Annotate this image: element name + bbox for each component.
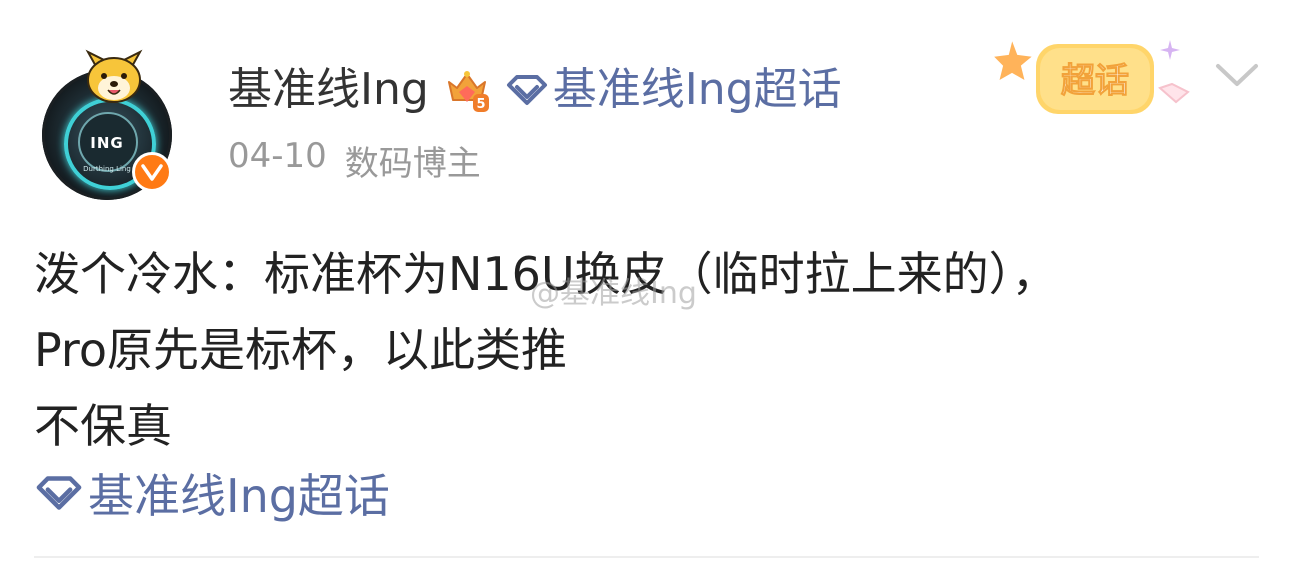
chevron-down-icon[interactable]	[1212, 60, 1262, 90]
topic-tag-label: 基准线Ing超话	[88, 469, 390, 523]
divider	[34, 556, 1259, 558]
super-topic-link[interactable]: 基准线Ing超话	[505, 68, 842, 112]
chaohua-sticker-text: 超话	[1061, 61, 1129, 101]
watermark: @基准线Ing	[530, 276, 697, 311]
post-date: 04-10	[228, 136, 327, 176]
diamond-icon	[36, 476, 82, 510]
post-line: 不保真	[34, 399, 172, 453]
topic-tag-link[interactable]: 基准线Ing超话	[34, 460, 390, 526]
avatar[interactable]: ING Durthing Ling	[42, 44, 182, 200]
chaohua-sticker[interactable]: 超话	[992, 32, 1194, 126]
crown-level: 5	[476, 97, 485, 112]
crown-icon[interactable]: 5	[443, 66, 491, 114]
diamond-icon	[506, 75, 547, 105]
username[interactable]: 基准线Ing	[228, 68, 429, 112]
dog-mascot-icon	[85, 49, 143, 103]
author-role: 数码博主	[344, 144, 481, 184]
post-line: Pro原先是标杯，以此类推	[34, 323, 567, 377]
avatar-text: ING	[90, 134, 124, 152]
verified-v-icon	[132, 152, 172, 192]
name-row: 基准线Ing 5 基准线Ing超话	[228, 58, 842, 122]
post-meta: 04-10 数码博主	[228, 136, 481, 185]
super-topic-label: 基准线Ing超话	[552, 64, 842, 115]
